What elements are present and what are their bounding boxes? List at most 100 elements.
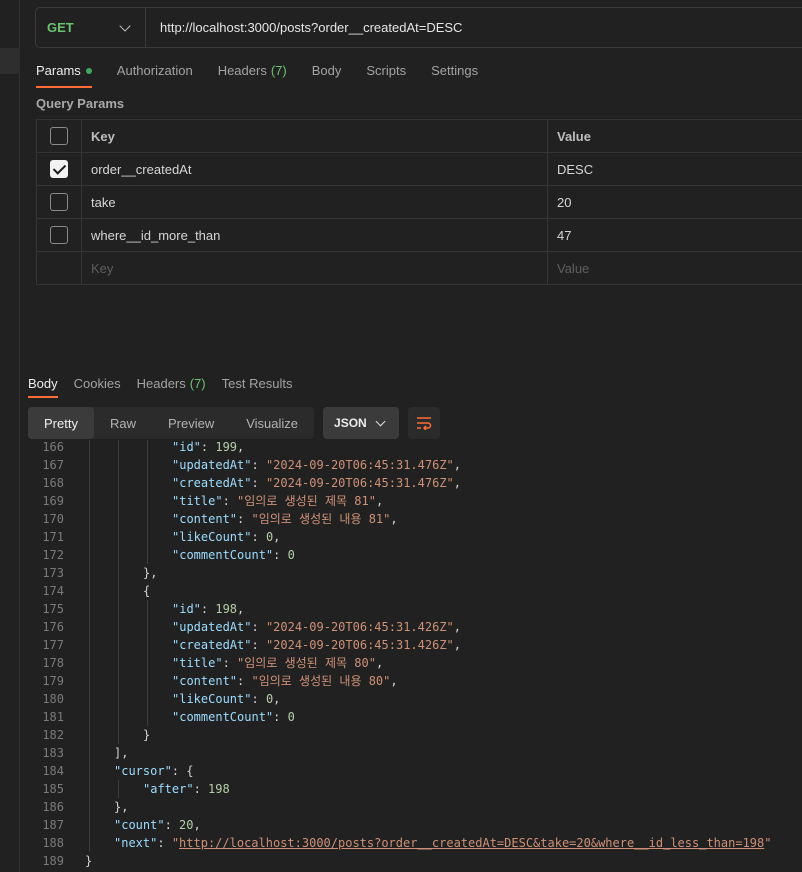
indent-guide [147, 690, 148, 708]
select-all-checkbox[interactable] [50, 127, 68, 145]
tab-label: Body [28, 376, 58, 391]
url-input[interactable]: http://localhost:3000/posts?order__creat… [146, 20, 462, 35]
tab-body[interactable]: Body [312, 58, 342, 88]
code-token: : [157, 836, 172, 850]
indent-guide [147, 440, 148, 456]
code-token: "2024-09-20T06:45:31.426Z" [265, 638, 454, 652]
view-mode-group: Pretty Raw Preview Visualize [28, 407, 315, 439]
code-line: 186}, [20, 798, 802, 816]
line-number: 189 [42, 854, 64, 868]
code-token: "임의로 생성된 내용 81" [251, 512, 391, 526]
param-key-input[interactable]: take [82, 186, 548, 218]
code-line: 176 "updatedAt": "2024-09-20T06:45:31.426… [20, 618, 802, 636]
view-mode-raw[interactable]: Raw [94, 407, 152, 439]
code-token: "title" [172, 494, 223, 508]
indent-guide [147, 528, 148, 546]
tab-authorization[interactable]: Authorization [117, 58, 193, 88]
code-line: 172 "commentCount": 0 [20, 546, 802, 564]
param-enabled-checkbox[interactable] [50, 193, 68, 211]
indent-guide [147, 456, 148, 474]
code-text: "commentCount": 0 [64, 708, 802, 726]
indent-guide [118, 600, 119, 618]
response-tab-cookies[interactable]: Cookies [74, 372, 121, 398]
tab-label: Test Results [221, 376, 293, 391]
param-value-input[interactable]: 47 [548, 219, 802, 251]
param-row: where__id_more_than 47 [37, 219, 802, 252]
code-line: 171 "likeCount": 0, [20, 528, 802, 546]
view-mode-pretty[interactable]: Pretty [28, 407, 94, 439]
tab-scripts[interactable]: Scripts [366, 58, 406, 88]
tab-count-badge: (7) [189, 376, 206, 391]
indent-guide [89, 528, 90, 546]
code-line: 177 "createdAt": "2024-09-20T06:45:31.426… [20, 636, 802, 654]
code-text: { [64, 582, 802, 600]
code-line: 189} [20, 852, 802, 870]
code-token: }, [114, 800, 129, 814]
new-value-input[interactable]: Value [548, 252, 802, 284]
indent-guide [118, 690, 119, 708]
line-number: 170 [42, 512, 64, 526]
wrap-lines-icon [417, 417, 432, 430]
line-number: 181 [42, 710, 64, 724]
code-token: : [251, 458, 266, 472]
param-enabled-checkbox[interactable] [50, 226, 68, 244]
code-line: 179 "content": "임의로 생성된 내용 80", [20, 672, 802, 690]
code-token: " [171, 836, 180, 850]
indent-guide [89, 546, 90, 564]
code-token: "content" [172, 512, 238, 526]
indent-guide [89, 564, 90, 582]
tab-params[interactable]: Params [36, 58, 92, 88]
param-enabled-checkbox[interactable] [50, 160, 68, 178]
code-token: , [375, 494, 384, 508]
tab-label: Authorization [116, 63, 193, 78]
param-key-input[interactable]: order__createdAt [82, 153, 548, 185]
code-line: 181 "commentCount": 0 [20, 708, 802, 726]
tab-headers[interactable]: Headers (7) [218, 58, 287, 88]
line-number: 176 [42, 620, 64, 634]
sidebar-selected-item[interactable] [0, 48, 20, 74]
chevron-down-icon [375, 416, 386, 426]
line-number: 171 [42, 530, 64, 544]
code-token: "id" [172, 602, 201, 616]
code-line: 175 "id": 198, [20, 600, 802, 618]
line-number: 184 [42, 764, 64, 778]
request-tabs: Params Authorization Headers (7) Body Scripts… [36, 58, 503, 88]
tab-settings[interactable]: Settings [431, 58, 478, 88]
method-select[interactable]: GET [36, 8, 146, 47]
code-token: : [193, 782, 209, 796]
tab-label: Headers [136, 376, 186, 391]
code-token: "2024-09-20T06:45:31.476Z" [265, 458, 454, 472]
format-label: JSON [334, 416, 367, 430]
code-token: , [273, 530, 281, 544]
view-mode-preview[interactable]: Preview [152, 407, 230, 439]
code-text: "after": 198 [64, 780, 802, 798]
indent-guide [118, 492, 119, 510]
code-token: : [164, 818, 180, 832]
view-mode-visualize[interactable]: Visualize [230, 407, 314, 439]
tab-label: Cookies [73, 376, 121, 391]
wrap-lines-button[interactable] [408, 407, 441, 439]
response-tab-body[interactable]: Body [28, 372, 58, 398]
code-line: 182} [20, 726, 802, 744]
code-text: ], [64, 744, 802, 762]
code-line: 166 "id": 199, [20, 440, 802, 456]
code-line: 173}, [20, 564, 802, 582]
code-text: "content": "임의로 생성된 내용 80", [64, 672, 802, 690]
new-key-input[interactable]: Key [82, 252, 548, 284]
param-value-input[interactable]: 20 [548, 186, 802, 218]
next-page-link[interactable]: http://localhost:3000/posts?order__creat… [179, 836, 764, 850]
indent-guide [147, 618, 148, 636]
response-tab-headers[interactable]: Headers (7) [137, 372, 206, 398]
tab-label: Settings [431, 63, 479, 78]
indent-guide [147, 492, 148, 510]
param-key-input[interactable]: where__id_more_than [82, 219, 548, 251]
format-select[interactable]: JSON [323, 407, 400, 439]
code-text: "next": "http://localhost:3000/posts?ord… [64, 834, 802, 852]
code-token: "createdAt" [172, 638, 252, 652]
method-label: GET [47, 20, 74, 35]
code-token: "commentCount" [172, 710, 274, 724]
response-body-code[interactable]: 166 "id": 199, 167 "updatedAt": "2024-09-20… [20, 440, 802, 872]
response-tab-test-results[interactable]: Test Results [222, 372, 293, 398]
param-check-cell [37, 153, 82, 185]
param-value-input[interactable]: DESC [548, 153, 802, 185]
